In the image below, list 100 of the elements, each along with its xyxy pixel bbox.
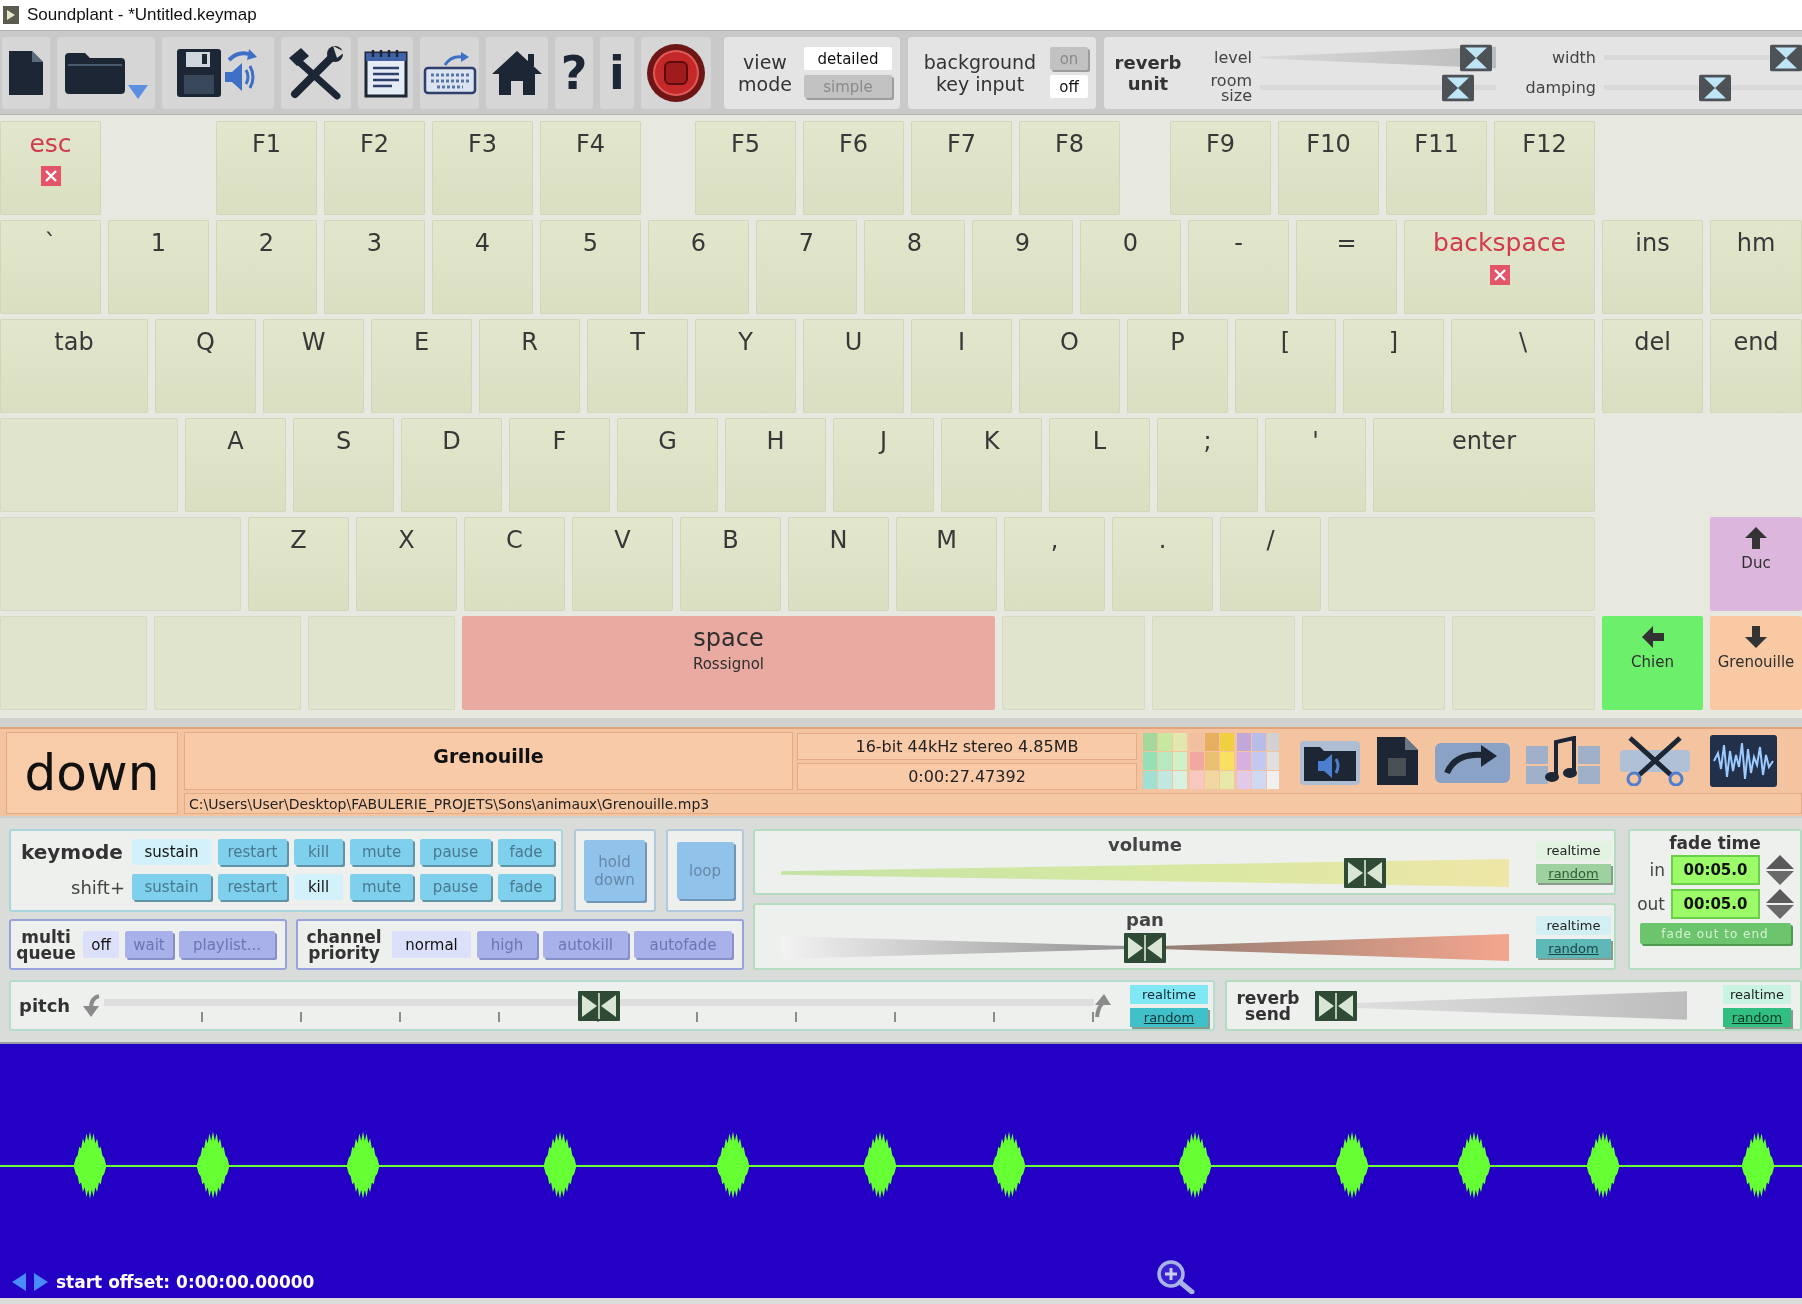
keyboard-key[interactable]: P (1127, 319, 1228, 413)
mode-button[interactable]: sustain (132, 839, 211, 865)
keyboard-key[interactable]: F (509, 418, 610, 512)
realtime-toggle[interactable]: realtime (1130, 984, 1208, 1004)
keyboard-key[interactable]: F3 (432, 121, 533, 215)
keyboard-key[interactable]: 9 (972, 220, 1073, 314)
volume-slider[interactable] (781, 857, 1509, 889)
keyboard-key[interactable]: L (1049, 418, 1150, 512)
notes-button[interactable] (358, 36, 413, 109)
keyboard-key[interactable]: F7 (911, 121, 1012, 215)
keyboard-key[interactable]: F5 (695, 121, 796, 215)
background-input-option[interactable]: off (1050, 75, 1088, 98)
left-right-arrows-icon[interactable] (12, 1273, 48, 1291)
keyboard-key[interactable]: I (911, 319, 1012, 413)
color-palette[interactable] (1143, 733, 1279, 789)
reverb-slider[interactable] (1260, 74, 1496, 101)
settings-button[interactable] (281, 36, 351, 109)
keyboard-key[interactable]: 1 (108, 220, 209, 314)
keyboard-key[interactable]: tab (0, 319, 148, 413)
keyboard-key[interactable]: N (788, 517, 889, 611)
keyboard-key[interactable]: F12 (1494, 121, 1595, 215)
fade-out-field[interactable]: 00:05.0 (1671, 889, 1760, 919)
keyboard-key[interactable]: del (1602, 319, 1703, 413)
realtime-toggle[interactable]: realtime (1723, 984, 1791, 1004)
slider-thumb[interactable] (1698, 74, 1731, 101)
keyboard-key[interactable]: Z (248, 517, 349, 611)
reverb-slider[interactable] (1260, 44, 1496, 71)
arrow-key[interactable]: Grenouille (1710, 616, 1802, 710)
reverb-send-slider[interactable] (1315, 988, 1687, 1023)
view-mode-option[interactable]: detailed (804, 47, 892, 70)
keyboard-key[interactable]: R (479, 319, 580, 413)
slider-thumb[interactable] (1315, 990, 1357, 1021)
arrow-key[interactable]: Duc (1710, 517, 1802, 611)
keyboard-key[interactable]: / (1220, 517, 1321, 611)
curved-arrow-icon[interactable] (1094, 992, 1112, 1019)
slider-thumb[interactable] (1441, 74, 1474, 101)
keyboard-key[interactable]: X (356, 517, 457, 611)
keyboard-key[interactable]: O (1019, 319, 1120, 413)
keyboard-key[interactable]: Y (695, 319, 796, 413)
sound-key[interactable]: space Rossignol (462, 616, 995, 710)
keyboard-key[interactable]: . (1112, 517, 1213, 611)
keyboard-key[interactable]: hm (1710, 220, 1802, 314)
keyboard-key[interactable]: K (941, 418, 1042, 512)
keyboard-key[interactable]: D (401, 418, 502, 512)
waveform-icon[interactable] (1710, 735, 1777, 787)
keyboard-key[interactable]: G (617, 418, 718, 512)
keyboard-key[interactable]: 0 (1080, 220, 1181, 314)
keyboard-key[interactable]: enter (1373, 418, 1595, 512)
keyboard-button[interactable] (420, 36, 479, 109)
keyboard-key[interactable]: C (464, 517, 565, 611)
keyboard-key[interactable]: - (1188, 220, 1289, 314)
keyboard-key[interactable]: [ (1235, 319, 1336, 413)
slider-thumb[interactable] (1459, 44, 1492, 71)
keyboard-key[interactable]: end (1710, 319, 1802, 413)
keyboard-key[interactable]: T (587, 319, 688, 413)
document-icon[interactable] (1376, 736, 1419, 786)
spinner-icon[interactable] (1766, 889, 1794, 919)
keyboard-key[interactable]: 5 (540, 220, 641, 314)
slider-thumb[interactable] (578, 990, 620, 1021)
keyboard-key[interactable]: \ (1451, 319, 1595, 413)
random-button[interactable]: random (1723, 1007, 1791, 1027)
priority-option[interactable]: normal (392, 931, 471, 958)
keyboard-key[interactable]: esc (0, 121, 101, 215)
realtime-toggle[interactable]: realtime (1536, 915, 1611, 935)
keyboard-key[interactable]: B (680, 517, 781, 611)
keyboard-key[interactable]: H (725, 418, 826, 512)
music-note-icon[interactable] (1526, 736, 1600, 786)
pan-slider[interactable] (781, 931, 1509, 964)
record-button[interactable] (641, 36, 711, 109)
keyboard-key[interactable]: F1 (216, 121, 317, 215)
keyboard-key[interactable]: 7 (756, 220, 857, 314)
random-button[interactable]: random (1130, 1007, 1208, 1027)
reverb-slider[interactable] (1604, 44, 1802, 71)
slider-thumb[interactable] (1343, 858, 1386, 888)
keyboard-key[interactable]: M (896, 517, 997, 611)
keyboard-key[interactable]: 4 (432, 220, 533, 314)
slider-thumb[interactable] (1124, 932, 1166, 963)
slider-thumb[interactable] (1770, 44, 1802, 71)
keyboard-key[interactable]: ins (1602, 220, 1703, 314)
keyboard-key[interactable]: S (293, 418, 394, 512)
home-button[interactable] (486, 36, 548, 109)
realtime-toggle[interactable]: realtime (1536, 841, 1611, 860)
keyboard-key[interactable]: 6 (648, 220, 749, 314)
open-button[interactable] (57, 36, 155, 109)
keyboard-key[interactable]: ; (1157, 418, 1258, 512)
reverb-slider[interactable] (1604, 74, 1802, 101)
keyboard-key[interactable]: F8 (1019, 121, 1120, 215)
save-button[interactable] (162, 36, 274, 109)
keyboard-key[interactable]: E (371, 319, 472, 413)
keyboard-key[interactable]: 2 (216, 220, 317, 314)
keyboard-key[interactable]: 3 (324, 220, 425, 314)
spinner-icon[interactable] (1766, 855, 1794, 885)
keyboard-key[interactable]: F9 (1170, 121, 1271, 215)
zoom-in-icon[interactable] (1155, 1260, 1195, 1294)
keyboard-key[interactable]: F6 (803, 121, 904, 215)
keyboard-key[interactable]: 8 (864, 220, 965, 314)
arrow-key[interactable]: Chien (1602, 616, 1703, 710)
keyboard-key[interactable]: F11 (1386, 121, 1487, 215)
mode-button[interactable]: kill (294, 874, 343, 900)
keyboard-key[interactable]: ` (0, 220, 101, 314)
